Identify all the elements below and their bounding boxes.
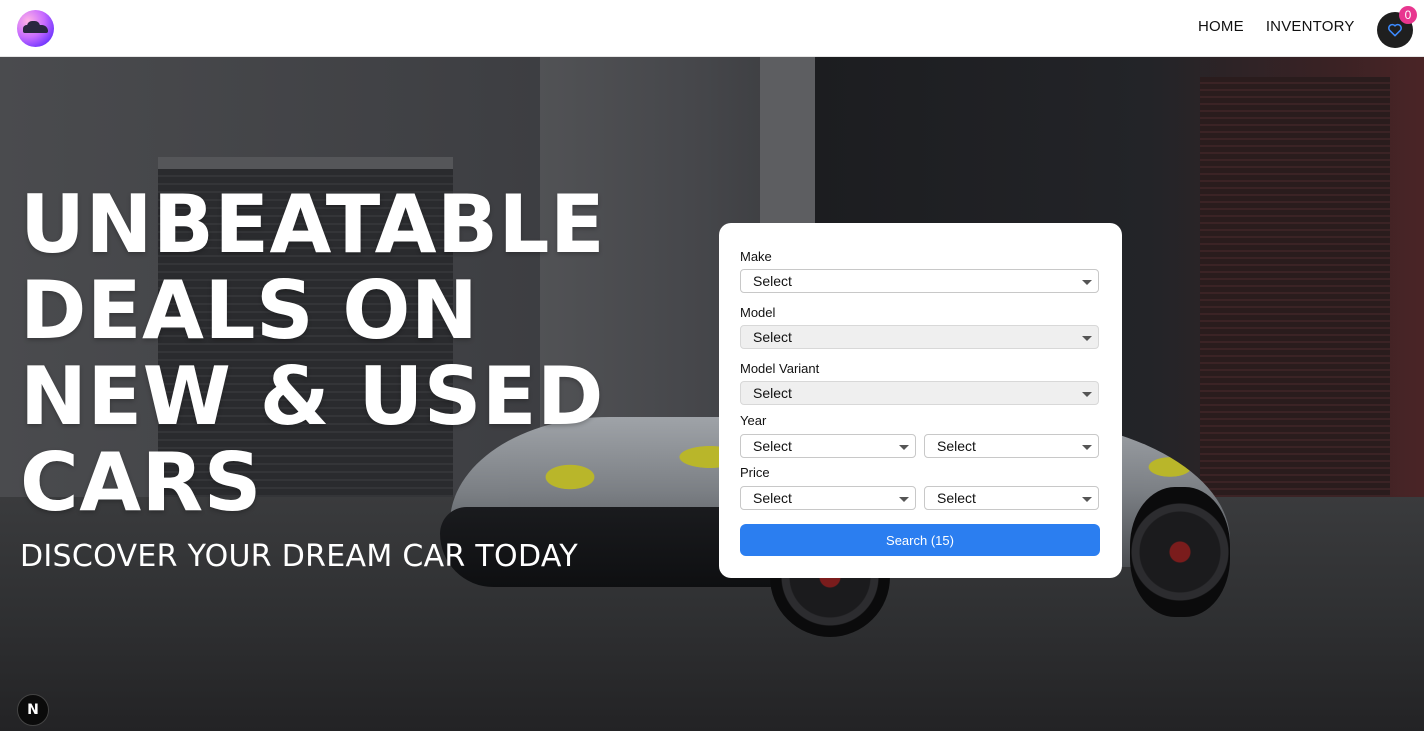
chevron-down-icon xyxy=(899,497,909,502)
year-from-value: Select xyxy=(753,438,792,454)
headline-line: DEALS ON xyxy=(20,264,479,357)
heart-icon xyxy=(1388,23,1402,37)
main-nav: HOME INVENTORY xyxy=(1198,18,1355,35)
model-select-value: Select xyxy=(753,329,792,345)
headline-line: CARS xyxy=(20,436,262,529)
variant-select-value: Select xyxy=(753,385,792,401)
site-header: HOME INVENTORY 0 xyxy=(0,0,1424,57)
car-search-form: Make Select Model Select Model Variant S… xyxy=(719,223,1122,578)
nav-home-link[interactable]: HOME xyxy=(1198,18,1244,35)
year-to-value: Select xyxy=(937,438,976,454)
chevron-down-icon xyxy=(1082,392,1092,397)
car-logo-icon[interactable] xyxy=(17,10,54,47)
chevron-down-icon xyxy=(1082,280,1092,285)
price-to-value: Select xyxy=(937,490,976,506)
variant-select[interactable]: Select xyxy=(740,381,1099,405)
chevron-down-icon xyxy=(1082,497,1092,502)
favorites-button[interactable]: 0 xyxy=(1377,6,1417,48)
hero-headline: UNBEATABLE DEALS ON NEW & USED CARS xyxy=(20,182,640,526)
year-from-select[interactable]: Select xyxy=(740,434,916,458)
make-select[interactable]: Select xyxy=(740,269,1099,293)
price-label: Price xyxy=(740,465,770,480)
price-to-select[interactable]: Select xyxy=(924,486,1099,510)
make-label: Make xyxy=(740,249,772,264)
headline-line: NEW & USED xyxy=(20,350,604,443)
chevron-down-icon xyxy=(899,445,909,450)
logo-car-shape xyxy=(23,21,48,33)
nav-inventory-link[interactable]: INVENTORY xyxy=(1266,18,1355,35)
model-select[interactable]: Select xyxy=(740,325,1099,349)
make-select-value: Select xyxy=(753,273,792,289)
model-label: Model xyxy=(740,305,776,320)
variant-label: Model Variant xyxy=(740,361,820,376)
headline-line: UNBEATABLE xyxy=(20,178,606,271)
year-to-select[interactable]: Select xyxy=(924,434,1099,458)
price-from-value: Select xyxy=(753,490,792,506)
hero-section: UNBEATABLE DEALS ON NEW & USED CARS DISC… xyxy=(0,57,1424,731)
search-button[interactable]: Search (15) xyxy=(740,524,1100,556)
hero-subheadline: DISCOVER YOUR DREAM CAR TODAY xyxy=(20,539,578,574)
price-from-select[interactable]: Select xyxy=(740,486,916,510)
chevron-down-icon xyxy=(1082,445,1092,450)
favorites-count-badge: 0 xyxy=(1399,6,1417,24)
year-label: Year xyxy=(740,413,767,428)
chevron-down-icon xyxy=(1082,336,1092,341)
nextjs-dev-indicator[interactable]: N xyxy=(17,694,49,726)
car-rear-wheel xyxy=(1130,487,1230,617)
